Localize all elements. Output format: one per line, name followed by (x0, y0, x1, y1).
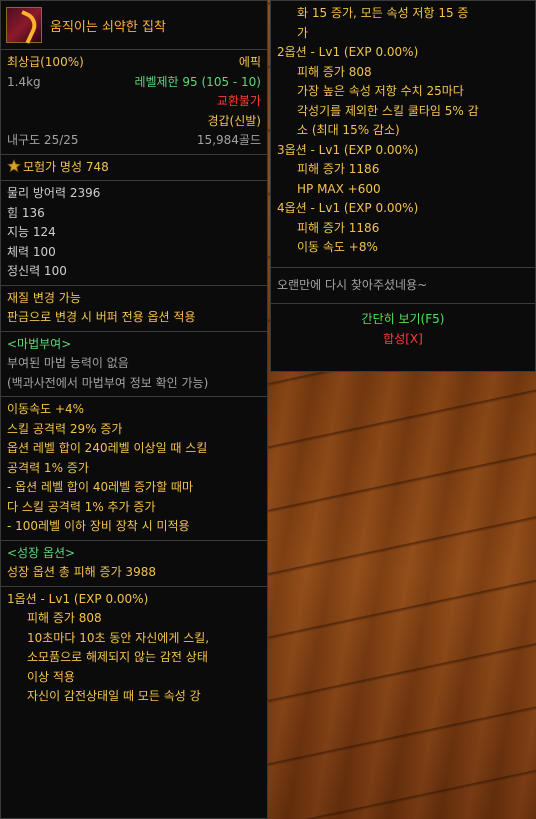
stat-line: 지능 124 (7, 225, 56, 239)
enchant-line: 부여된 마법 능력이 없음 (7, 356, 129, 370)
item-price: 15,984골드 (196, 133, 261, 147)
simple-view-button[interactable]: 간단히 보기(F5) (277, 310, 529, 330)
growth-option-line: 자신이 감전상태일 때 모든 속성 강 (27, 689, 201, 703)
growth-option-1: 1옵션 - Lv1 (EXP 0.00%) 피해 증가 808 10초마다 10… (1, 587, 267, 710)
item-tooltip-continuation-panel: 화 15 증가, 모든 속성 저항 15 증 가 2옵션 - Lv1 (EXP … (270, 0, 536, 372)
item-tooltip-panel: 움직이는 쇠약한 집착 최상급(100%) 에픽 1.4kg 레벨제한 95 (… (0, 0, 268, 819)
stat-line: 정신력 100 (7, 264, 67, 278)
material-line: 재질 변경 가능 (7, 290, 81, 305)
item-icon (6, 7, 42, 43)
stat-line: 체력 100 (7, 244, 56, 259)
option-line: 이동속도 +4% (7, 402, 85, 416)
item-header: 움직이는 쇠약한 집착 (1, 1, 267, 50)
tooltip-actions: 간단히 보기(F5) 합성[X] (271, 304, 535, 352)
growth-option-3-header: 3옵션 - Lv1 (EXP 0.00%) (277, 142, 419, 157)
growth-option-line: 각성기를 제외한 스킬 쿨타임 5% 감 (297, 103, 479, 118)
enchant-header: <마법부여> (7, 336, 72, 351)
growth-option-line: HP MAX +600 (297, 181, 381, 196)
item-fame: 모험가 명성 748 (23, 159, 109, 174)
growth-option-line: 화 15 증가, 모든 속성 저항 15 증 (297, 6, 469, 20)
growth-summary-section: <성장 옵션> 성장 옵션 총 피해 증가 3988 (1, 541, 267, 587)
growth-option-line: 피해 증가 808 (297, 64, 372, 79)
growth-option-4-header: 4옵션 - Lv1 (EXP 0.00%) (277, 201, 419, 215)
growth-option-line: 피해 증가 1186 (297, 220, 380, 235)
option-line: - 100레벨 이하 장비 장착 시 미적용 (7, 519, 190, 533)
growth-option-header: 1옵션 - Lv1 (EXP 0.00%) (7, 591, 149, 606)
enchant-line: (백과사전에서 마법부여 정보 확인 가능) (7, 375, 209, 390)
growth-header: <성장 옵션> (7, 545, 76, 560)
item-rarity: 에픽 (238, 55, 261, 69)
option-line: - 옵션 레벨 합이 40레벨 증가할 때마 (7, 480, 194, 494)
item-armor-type: 경갑(신발) (207, 113, 261, 128)
item-fame-section: 모험가 명성 748 (1, 155, 267, 181)
flavor-text: 오랜만에 다시 찾아주셨네용~ (277, 277, 428, 292)
stat-line: 힘 136 (7, 205, 45, 220)
growth-total: 성장 옵션 총 피해 증가 3988 (7, 565, 156, 579)
growth-option-line: 소 (최대 15% 감소) (297, 123, 400, 137)
growth-option-line: 가장 높은 속성 저항 수치 25마다 (297, 84, 464, 98)
growth-option-line: 이상 적용 (27, 669, 75, 684)
item-durability: 내구도 25/25 (7, 133, 79, 147)
growth-option-2-header: 2옵션 - Lv1 (EXP 0.00%) (277, 45, 419, 59)
item-name: 움직이는 쇠약한 집착 (50, 19, 166, 35)
growth-option-line: 피해 증가 1186 (297, 162, 380, 176)
growth-option-line: 가 (297, 25, 309, 40)
item-level-limit: 레벨제한 95 (105 - 10) (134, 74, 261, 89)
growth-option-line: 이동 속도 +8% (297, 240, 378, 254)
synthesis-button[interactable]: 합성[X] (277, 330, 529, 350)
flavor-text-section: 오랜만에 다시 찾아주셨네용~ (271, 268, 535, 304)
item-stats-section: 물리 방어력 2396 힘 136 지능 124 체력 100 정신력 100 (1, 181, 267, 286)
option-line: 다 스킬 공격력 1% 추가 증가 (7, 499, 156, 514)
option-line: 공격력 1% 증가 (7, 460, 89, 475)
item-options-section: 이동속도 +4% 스킬 공격력 29% 증가 옵션 레벨 합이 240레벨 이상… (1, 397, 267, 541)
item-trade-status: 교환불가 (216, 94, 261, 108)
fame-emblem-icon (7, 158, 21, 172)
item-grade: 최상급(100%) (7, 55, 84, 69)
growth-options-continued: 화 15 증가, 모든 속성 저항 15 증 가 2옵션 - Lv1 (EXP … (271, 1, 535, 268)
growth-option-line: 소모품으로 해제되지 않는 감전 상태 (27, 650, 208, 664)
item-enchant-section: <마법부여> 부여된 마법 능력이 없음 (백과사전에서 마법부여 정보 확인 … (1, 332, 267, 397)
growth-option-line: 10초마다 10초 동안 자신에게 스킬, (27, 630, 210, 645)
item-weight: 1.4kg (7, 74, 41, 89)
stat-line: 물리 방어력 2396 (7, 186, 101, 200)
option-line: 옵션 레벨 합이 240레벨 이상일 때 스킬 (7, 441, 208, 455)
material-line: 판금으로 변경 시 버퍼 전용 옵션 적용 (7, 310, 196, 324)
item-material-section: 재질 변경 가능 판금으로 변경 시 버퍼 전용 옵션 적용 (1, 286, 267, 332)
option-line: 스킬 공격력 29% 증가 (7, 421, 123, 436)
growth-option-line: 피해 증가 808 (27, 611, 102, 625)
item-basic-info: 최상급(100%) 에픽 1.4kg 레벨제한 95 (105 - 10) 교환… (1, 50, 267, 155)
